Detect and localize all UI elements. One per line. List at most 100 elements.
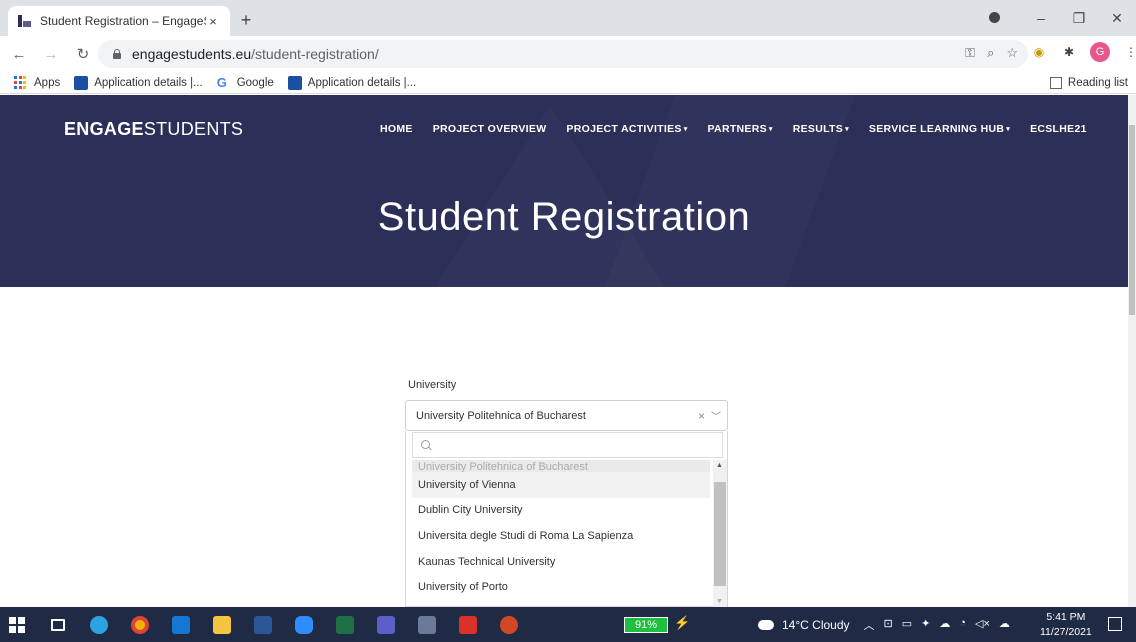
address-bar[interactable]: engagestudents.eu/student-registration/ …: [98, 40, 1028, 68]
chevron-down-icon: ▾: [683, 126, 688, 134]
word-icon[interactable]: [246, 607, 280, 642]
nav-item-service-learning-hub[interactable]: SERVICE LEARNING HUB ▾: [869, 123, 1010, 135]
bookmark-google[interactable]: G Google: [217, 75, 274, 90]
record-icon[interactable]: [984, 10, 1022, 26]
google-icon: G: [216, 75, 227, 90]
extensions-area: ◉ ✱ G ⋮: [1030, 42, 1136, 62]
main-nav: HOME PROJECT OVERVIEW PROJECT ACTIVITIES…: [380, 123, 1107, 135]
extension-icon[interactable]: ◉: [1030, 43, 1048, 61]
outlook-icon[interactable]: [164, 607, 198, 642]
tab-title: Student Registration – EngageSt: [40, 14, 206, 28]
site-favicon-icon: [18, 15, 32, 27]
reading-list-label: Reading list: [1067, 76, 1128, 89]
restore-button[interactable]: ❐: [1060, 10, 1098, 27]
minimize-button[interactable]: –: [1022, 10, 1060, 26]
powerpoint-icon[interactable]: [492, 607, 526, 642]
lock-icon[interactable]: [112, 49, 122, 59]
puzzle-icon[interactable]: ✱: [1060, 43, 1078, 61]
notification-icon[interactable]: [1108, 617, 1122, 631]
eu-flag-icon: [74, 75, 89, 90]
windows-start-icon[interactable]: [0, 607, 34, 642]
reading-list-icon: [1049, 76, 1062, 89]
chrome-icon[interactable]: [123, 607, 157, 642]
list-item[interactable]: University of Vienna: [412, 472, 710, 498]
reload-icon[interactable]: ↻: [70, 45, 96, 63]
chevron-down-icon: ▾: [768, 126, 773, 134]
web-page: ENGAGESTUDENTS HOME PROJECT OVERVIEW PRO…: [0, 95, 1128, 607]
task-view-icon[interactable]: [41, 607, 75, 642]
university-select[interactable]: University Politehnica of Bucharest × ﹀: [405, 400, 728, 431]
list-item[interactable]: University of Porto: [412, 574, 710, 600]
browser-tab[interactable]: Student Registration – EngageSt ×: [8, 6, 230, 36]
bookmark-application-details-2[interactable]: Application details |...: [287, 75, 416, 90]
dropdown-search: [412, 432, 723, 458]
bookmark-label: Apps: [34, 76, 61, 89]
tab-close-icon[interactable]: ×: [206, 14, 220, 29]
site-logo[interactable]: ENGAGESTUDENTS: [64, 119, 243, 140]
zoom-app-icon[interactable]: [287, 607, 321, 642]
teams-icon[interactable]: [369, 607, 403, 642]
chevron-down-icon[interactable]: ﹀: [711, 408, 721, 423]
page-scroll-thumb[interactable]: [1129, 125, 1135, 315]
volume-icon[interactable]: ◁×: [975, 617, 990, 633]
weather-text[interactable]: 14°C Cloudy: [782, 618, 850, 632]
nav-item-project-overview[interactable]: PROJECT OVERVIEW: [433, 123, 547, 135]
bookmark-label: Application details |...: [94, 76, 203, 89]
new-tab-button[interactable]: +: [236, 10, 256, 31]
clock[interactable]: 5:41 PM 11/27/2021: [1040, 610, 1092, 640]
task-checker-icon[interactable]: [410, 607, 444, 642]
dropbox-icon[interactable]: ✦: [921, 617, 930, 633]
battery-indicator[interactable]: 91%: [624, 617, 668, 633]
list-item[interactable]: Kaunas Technical University: [412, 549, 710, 575]
scroll-thumb[interactable]: [714, 482, 726, 586]
nav-item-results[interactable]: RESULTS ▾: [793, 123, 849, 135]
star-icon[interactable]: ☆: [1006, 45, 1018, 61]
window-controls: – ❐ ✕: [984, 0, 1136, 36]
avatar[interactable]: G: [1090, 42, 1110, 62]
list-item[interactable]: Universita degle Studi di Roma La Sapien…: [412, 523, 710, 549]
meet-icon[interactable]: ⊡: [884, 617, 893, 633]
forward-icon[interactable]: →: [38, 46, 64, 63]
apps-grid-icon: [14, 75, 28, 90]
bookmark-application-details-1[interactable]: Application details |...: [74, 75, 203, 90]
excel-icon[interactable]: [328, 607, 362, 642]
nav-item-project-activities[interactable]: PROJECT ACTIVITIES ▾: [566, 123, 687, 135]
url-domain: engagestudents.eu: [132, 46, 252, 62]
bookmark-apps[interactable]: Apps: [14, 75, 61, 90]
chevron-up-icon[interactable]: ︿: [864, 617, 875, 633]
menu-icon[interactable]: ⋮: [1122, 43, 1136, 61]
zoom-icon[interactable]: ⌕: [987, 45, 994, 61]
acrobat-icon[interactable]: [451, 607, 485, 642]
nav-item-partners[interactable]: PARTNERS ▾: [708, 123, 773, 135]
system-tray: 14°C Cloudy ︿ ⊡ ▭ ✦ ☁ ◔ ◁× ☁: [758, 607, 1010, 642]
eu-flag-icon: [287, 75, 302, 90]
scroll-up-icon[interactable]: ▲: [716, 462, 723, 469]
page-title: Student Registration: [377, 195, 751, 239]
reading-list[interactable]: Reading list: [1049, 76, 1128, 89]
hero-header: ENGAGESTUDENTS HOME PROJECT OVERVIEW PRO…: [0, 95, 1128, 287]
nav-item-ecslhe21[interactable]: ECSLHE21: [1030, 123, 1087, 135]
clear-selection-icon[interactable]: ×: [698, 409, 705, 423]
wifi-icon[interactable]: ◔: [959, 617, 966, 633]
list-item[interactable]: Dublin City University: [412, 498, 710, 524]
cloud-sync-icon[interactable]: ☁: [999, 617, 1010, 633]
monitor-icon[interactable]: ▭: [902, 617, 912, 633]
list-item[interactable]: University Politehnica of Bucharest: [412, 460, 710, 472]
page-scrollbar[interactable]: [1128, 95, 1136, 607]
edge-icon[interactable]: [82, 607, 116, 642]
chevron-down-icon: ▾: [1006, 126, 1011, 134]
search-input[interactable]: [436, 439, 722, 451]
scroll-down-icon[interactable]: ▼: [716, 598, 723, 605]
nav-item-home[interactable]: HOME: [380, 123, 413, 135]
selected-university: University Politehnica of Bucharest: [416, 409, 586, 422]
university-dropdown: University Politehnica of Bucharest Univ…: [405, 431, 728, 607]
tab-strip: Student Registration – EngageSt × + – ❐ …: [0, 0, 1136, 36]
back-icon[interactable]: ←: [6, 46, 32, 63]
file-explorer-icon[interactable]: [205, 607, 239, 642]
browser-toolbar: ← → ↻ engagestudents.eu/student-registra…: [0, 36, 1136, 72]
key-icon[interactable]: ⚿: [965, 45, 975, 61]
close-window-button[interactable]: ✕: [1098, 10, 1136, 27]
dropdown-scrollbar[interactable]: ▲ ▼: [713, 460, 727, 607]
chevron-down-icon: ▾: [845, 126, 849, 134]
onedrive-icon[interactable]: ☁: [939, 617, 950, 633]
